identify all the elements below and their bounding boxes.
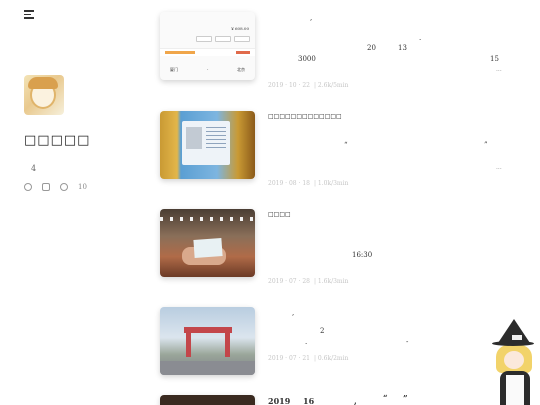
post-title[interactable]: “ xyxy=(383,393,388,403)
read-more[interactable]: ··· xyxy=(496,68,502,75)
post-thumbnail[interactable] xyxy=(160,111,255,179)
post-date: 2019 · 08 · 18 xyxy=(268,180,310,187)
excerpt-text: “ xyxy=(344,141,348,149)
excerpt-text: 20 xyxy=(367,44,376,52)
mascot-image[interactable] xyxy=(490,315,540,405)
ticket-origin: 厦门 xyxy=(170,67,178,72)
excerpt-text: 3000 xyxy=(298,55,316,63)
excerpt-text: ” xyxy=(484,141,488,149)
avatar[interactable] xyxy=(24,75,64,115)
excerpt-text: . xyxy=(305,338,308,346)
menu-icon[interactable] xyxy=(24,10,34,19)
social-count: 10 xyxy=(78,183,87,191)
excerpt-text: 15 xyxy=(490,55,499,63)
post-title[interactable]: 2019 xyxy=(268,396,290,405)
read-time: | 0.6k/2min xyxy=(313,355,349,362)
post-date: 2019 · 10 · 22 xyxy=(268,82,310,89)
excerpt-text: . xyxy=(419,34,422,42)
excerpt-text: 13 xyxy=(398,44,407,52)
post-count: 4 xyxy=(31,164,37,173)
post-title[interactable]: , xyxy=(354,396,357,405)
post-title[interactable]: □□□□ xyxy=(268,211,291,218)
excerpt-text: , xyxy=(310,14,313,22)
post-thumbnail[interactable] xyxy=(160,307,255,375)
ticket-price: ¥ 608.00 xyxy=(231,26,249,31)
excerpt-text: 16:30 xyxy=(352,251,373,259)
social-links: 10 xyxy=(24,183,87,191)
post-title[interactable]: ” xyxy=(403,393,408,403)
post-date: 2019 · 07 · 21 xyxy=(268,355,310,362)
github-icon[interactable] xyxy=(60,183,68,191)
wechat-icon[interactable] xyxy=(24,183,32,191)
post-thumbnail[interactable] xyxy=(160,395,255,405)
post-date: 2019 · 07 · 28 xyxy=(268,278,310,285)
excerpt-text: - xyxy=(406,338,409,346)
excerpt-text: , xyxy=(292,309,295,317)
post-meta: 2019 · 07 · 28 | 1.6k/3min xyxy=(268,278,348,285)
read-time: | 1.6k/3min xyxy=(313,278,349,285)
read-time: | 1.0k/3min xyxy=(313,180,349,187)
excerpt-text: 2 xyxy=(320,327,325,335)
post-meta: 2019 · 07 · 21 | 0.6k/2min xyxy=(268,355,348,362)
site-name[interactable]: □□□□□ xyxy=(24,133,90,148)
read-more[interactable]: ··· xyxy=(496,166,502,173)
post-meta: 2019 · 08 · 18 | 1.0k/3min xyxy=(268,180,348,187)
post-thumbnail[interactable]: ¥ 608.00 厦门 - 北京 xyxy=(160,12,255,80)
weibo-icon[interactable] xyxy=(42,183,50,191)
post-title[interactable]: 16 xyxy=(303,396,314,405)
post-title[interactable]: □□□□□□□□□□□□□ xyxy=(268,113,342,120)
ticket-destination: 北京 xyxy=(236,67,245,72)
read-time: | 2.6k/5min xyxy=(313,82,349,89)
post-meta: 2019 · 10 · 22 | 2.6k/5min xyxy=(268,82,348,89)
post-thumbnail[interactable] xyxy=(160,209,255,277)
